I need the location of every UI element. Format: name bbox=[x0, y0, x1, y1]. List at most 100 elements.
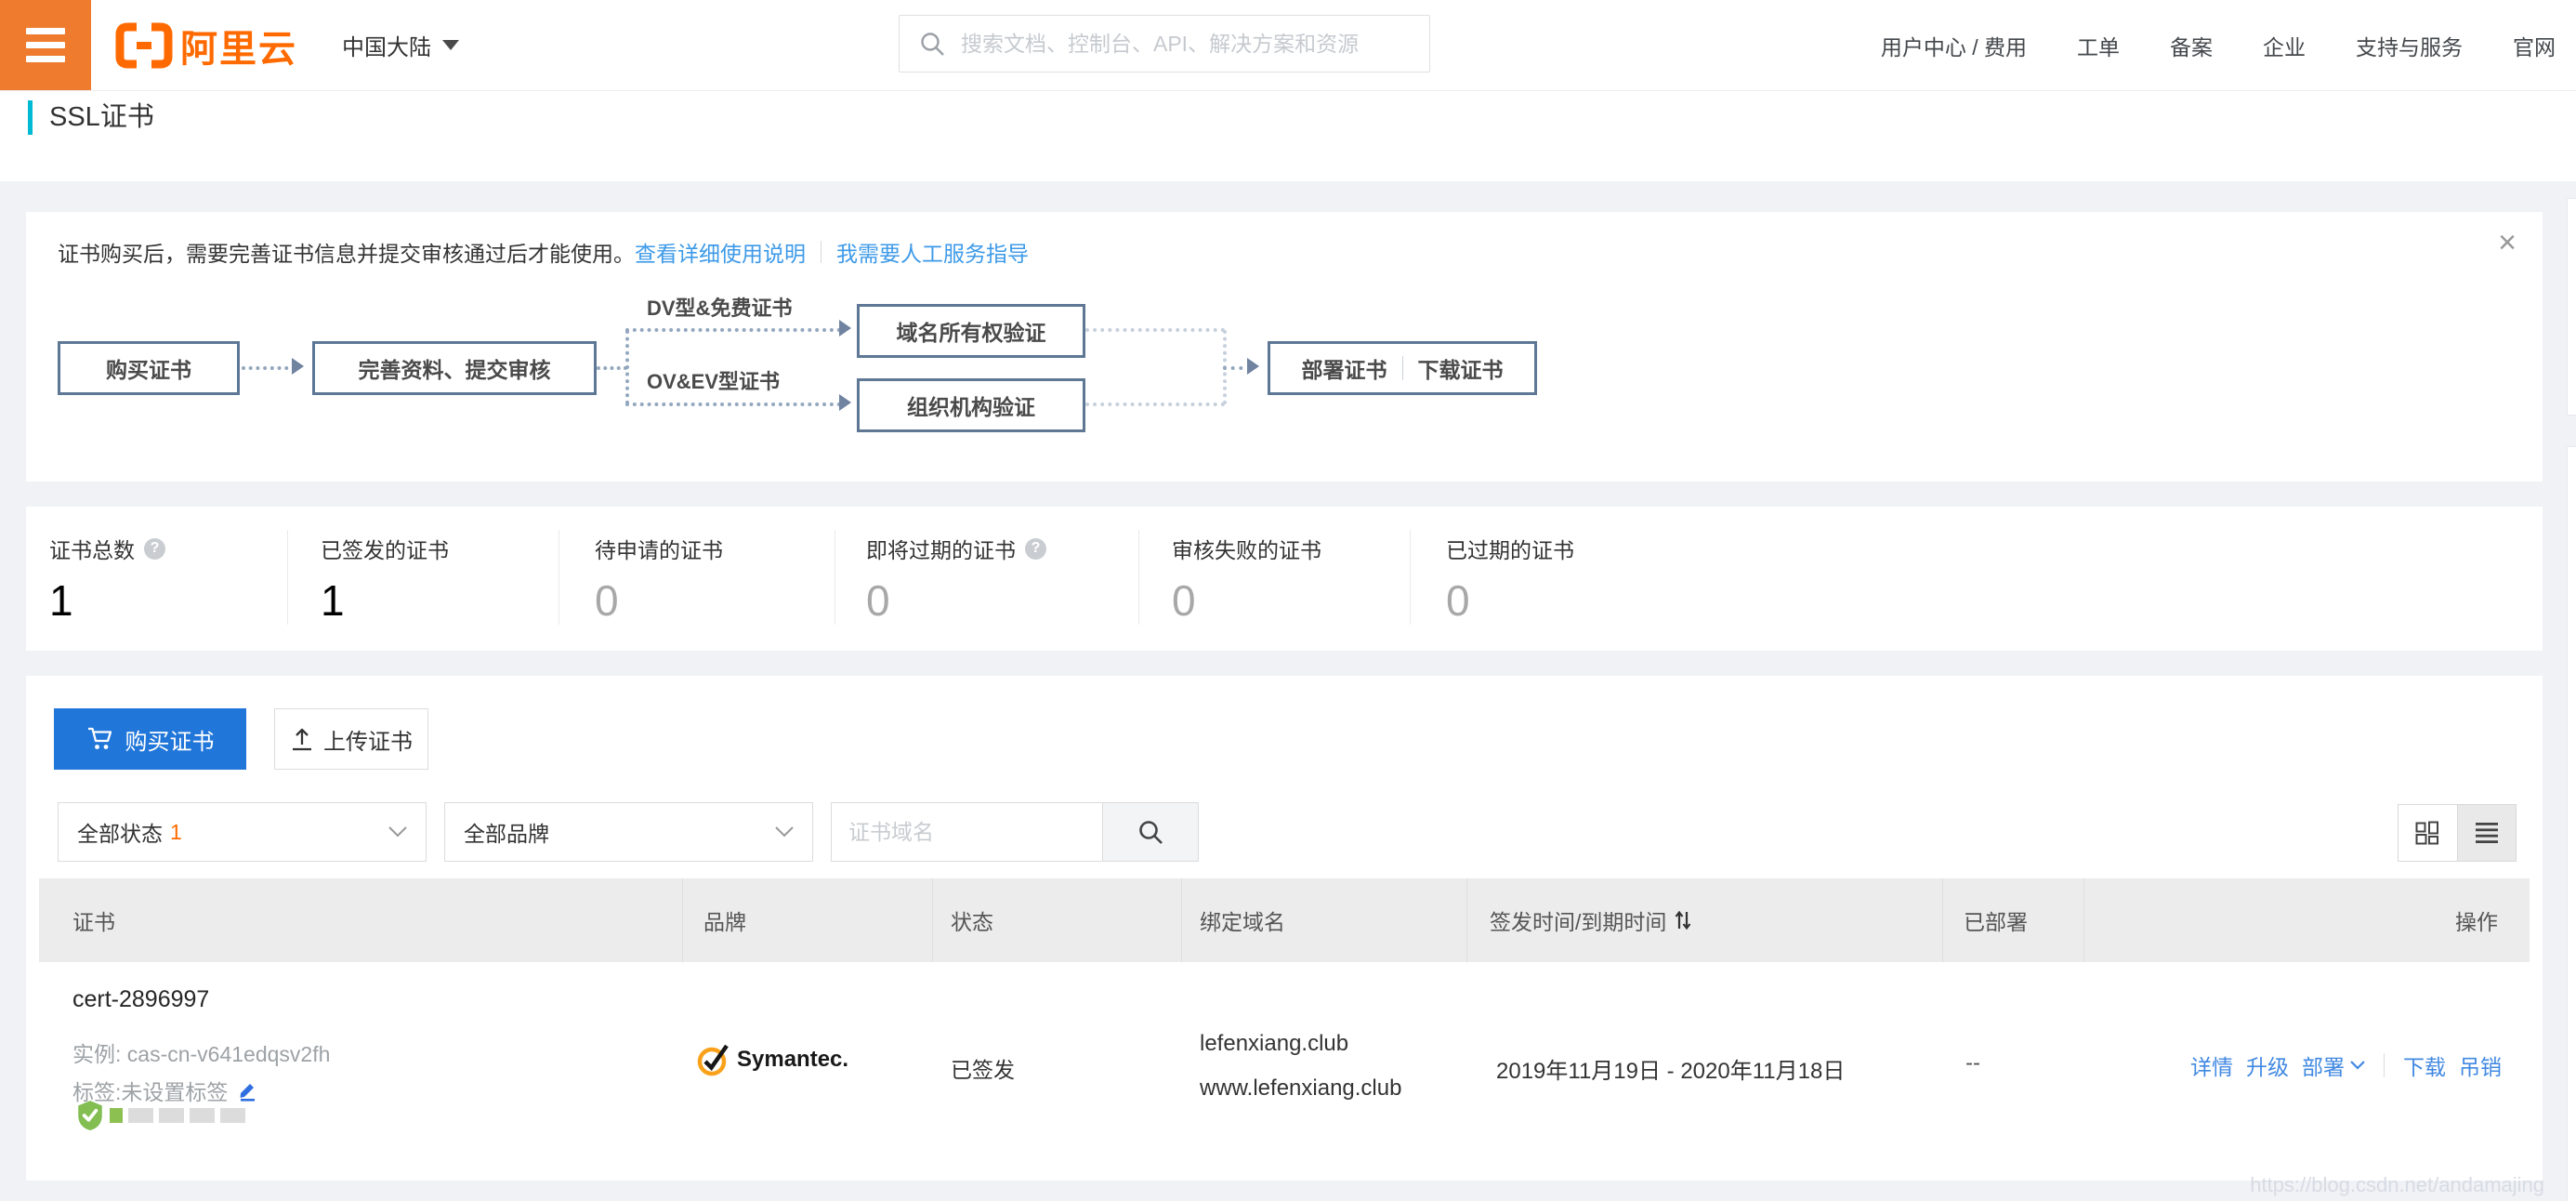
nav-support-service[interactable]: 支持与服务 bbox=[2356, 30, 2463, 61]
stat-label: 证书总数 bbox=[49, 533, 135, 564]
banner-message: 证书购买后，需要完善证书信息并提交审核通过后才能使用。 bbox=[58, 236, 635, 268]
certificate-name[interactable]: cert-2896997 bbox=[72, 986, 209, 1013]
validation-progress bbox=[76, 1100, 245, 1131]
hamburger-menu-button[interactable] bbox=[0, 0, 91, 90]
progress-segment bbox=[110, 1108, 123, 1123]
upload-certificate-button[interactable]: 上传证书 bbox=[274, 708, 428, 770]
cart-icon bbox=[86, 726, 114, 752]
action-divider bbox=[2384, 1053, 2385, 1077]
region-label: 中国大陆 bbox=[342, 29, 431, 61]
chevron-down-icon bbox=[2350, 1061, 2365, 1070]
flow-step-buy: 购买证书 bbox=[58, 341, 240, 395]
flow-branch-ovev-label: OV&EV型证书 bbox=[647, 365, 780, 395]
nav-user-center[interactable]: 用户中心 / 费用 bbox=[1881, 30, 2027, 61]
stat-expired-certs: 已过期的证书 0 bbox=[1446, 533, 1574, 626]
stat-label: 即将过期的证书 bbox=[866, 533, 1016, 564]
buy-certificate-button[interactable]: 购买证书 bbox=[54, 708, 246, 770]
region-selector[interactable]: 中国大陆 bbox=[342, 0, 459, 90]
flow-arrowhead-icon bbox=[292, 358, 312, 375]
nav-official-site[interactable]: 官网 bbox=[2513, 30, 2556, 61]
global-search-input[interactable] bbox=[959, 31, 1416, 58]
brand-name: Symantec. bbox=[737, 1047, 848, 1073]
column-separator bbox=[932, 878, 933, 962]
aliyun-logo-text: 阿里云 bbox=[180, 19, 297, 73]
stat-issued-certs: 已签发的证书 1 bbox=[321, 533, 449, 626]
column-separator bbox=[2083, 878, 2084, 962]
nav-work-order[interactable]: 工单 bbox=[2077, 30, 2120, 61]
stat-value: 0 bbox=[1446, 575, 1574, 626]
list-view-icon bbox=[2475, 821, 2499, 845]
close-banner-icon[interactable]: × bbox=[2498, 227, 2517, 258]
flow-connector bbox=[1085, 403, 1225, 406]
buy-button-label: 购买证书 bbox=[125, 723, 215, 756]
stat-value: 0 bbox=[595, 575, 723, 626]
stat-divider bbox=[1138, 530, 1139, 625]
column-certificate: 证书 bbox=[72, 878, 115, 962]
status-filter-dropdown[interactable]: 全部状态 1 bbox=[58, 802, 427, 862]
brand-cell: Symantec. bbox=[696, 1042, 848, 1077]
flow-connector bbox=[1085, 328, 1225, 332]
certificate-status: 已签发 bbox=[951, 1052, 1015, 1084]
help-icon[interactable]: ? bbox=[144, 538, 165, 560]
usage-guide-banner: 证书购买后，需要完善证书信息并提交审核通过后才能使用。 查看详细使用说明 我需要… bbox=[26, 212, 2543, 482]
edit-tag-icon[interactable] bbox=[237, 1079, 259, 1102]
caret-down-icon bbox=[442, 40, 459, 50]
stat-divider bbox=[1410, 530, 1411, 625]
flow-branch-dv-label: DV型&免费证书 bbox=[647, 292, 792, 322]
title-bar: SSL证书 bbox=[0, 91, 2576, 181]
top-navigation: 用户中心 / 费用 工单 备案 企业 支持与服务 官网 bbox=[1881, 0, 2556, 90]
table-header: 证书 品牌 状态 绑定域名 签发时间/到期时间 已部署 操作 bbox=[39, 878, 2530, 962]
chevron-down-icon bbox=[775, 826, 794, 838]
stat-value: 0 bbox=[866, 575, 1046, 626]
row-actions: 详情 升级 部署 下载 吊销 bbox=[2190, 1049, 2502, 1081]
right-edge-panel-sliver bbox=[2567, 198, 2576, 416]
status-filter-label: 全部状态 bbox=[77, 816, 163, 848]
human-service-link[interactable]: 我需要人工服务指导 bbox=[836, 236, 1029, 268]
stat-label: 已签发的证书 bbox=[321, 533, 449, 564]
download-action[interactable]: 下载 bbox=[2403, 1049, 2446, 1081]
nav-beian[interactable]: 备案 bbox=[2170, 30, 2213, 61]
brand-filter-dropdown[interactable]: 全部品牌 bbox=[444, 802, 813, 862]
usage-doc-link[interactable]: 查看详细使用说明 bbox=[635, 236, 806, 268]
search-icon bbox=[918, 30, 946, 58]
column-actions: 操作 bbox=[2455, 878, 2498, 962]
hamburger-icon bbox=[26, 28, 65, 34]
card-view-toggle[interactable] bbox=[2399, 805, 2457, 861]
progress-segment bbox=[159, 1108, 184, 1123]
deploy-action[interactable]: 部署 bbox=[2302, 1049, 2365, 1081]
list-view-toggle[interactable] bbox=[2457, 805, 2517, 861]
stat-value: 1 bbox=[321, 575, 449, 626]
flow-step-org-validation: 组织机构验证 bbox=[857, 378, 1085, 432]
help-icon[interactable]: ? bbox=[1025, 538, 1046, 560]
certificate-list-panel: 购买证书 上传证书 全部状态 1 全部品牌 bbox=[26, 676, 2543, 1181]
domain-search-input[interactable] bbox=[832, 803, 1102, 861]
progress-segment bbox=[220, 1108, 245, 1123]
view-toggle-group bbox=[2398, 804, 2517, 862]
domain-search-button[interactable] bbox=[1102, 803, 1198, 861]
page-title: SSL证书 bbox=[49, 100, 154, 135]
certificate-instance-id: 实例: cas-cn-v641edqsv2fh bbox=[72, 1036, 330, 1068]
column-brand: 品牌 bbox=[703, 878, 746, 962]
stat-label: 已过期的证书 bbox=[1446, 533, 1574, 564]
stat-total-certs: 证书总数 ? 1 bbox=[49, 533, 165, 626]
aliyun-logo[interactable]: 阿里云 bbox=[113, 0, 297, 90]
sort-icon[interactable] bbox=[1674, 909, 1692, 931]
certificate-stats-panel: 证书总数 ? 1 已签发的证书 1 待申请的证书 0 即将过期的证书 ? 0 审… bbox=[26, 507, 2543, 651]
stat-label: 审核失败的证书 bbox=[1172, 533, 1321, 564]
detail-action[interactable]: 详情 bbox=[2190, 1049, 2233, 1081]
upgrade-action[interactable]: 升级 bbox=[2246, 1049, 2289, 1081]
flow-step-deploy-download: 部署证书 下载证书 bbox=[1268, 341, 1537, 395]
flow-connector bbox=[625, 330, 629, 404]
revoke-action[interactable]: 吊销 bbox=[2459, 1049, 2502, 1081]
column-deployed: 已部署 bbox=[1964, 878, 2028, 962]
flow-connector bbox=[625, 328, 841, 332]
column-status: 状态 bbox=[951, 878, 993, 962]
status-filter-count: 1 bbox=[170, 820, 182, 845]
column-separator bbox=[1181, 878, 1182, 962]
global-search bbox=[899, 15, 1430, 73]
banner-message-row: 证书购买后，需要完善证书信息并提交审核通过后才能使用。 查看详细使用说明 我需要… bbox=[58, 236, 1029, 268]
brand-filter-label: 全部品牌 bbox=[464, 816, 549, 848]
nav-enterprise[interactable]: 企业 bbox=[2263, 30, 2306, 61]
validity-period: 2019年11月19日 - 2020年11月18日 bbox=[1496, 1052, 1845, 1085]
flow-connector bbox=[597, 366, 627, 370]
